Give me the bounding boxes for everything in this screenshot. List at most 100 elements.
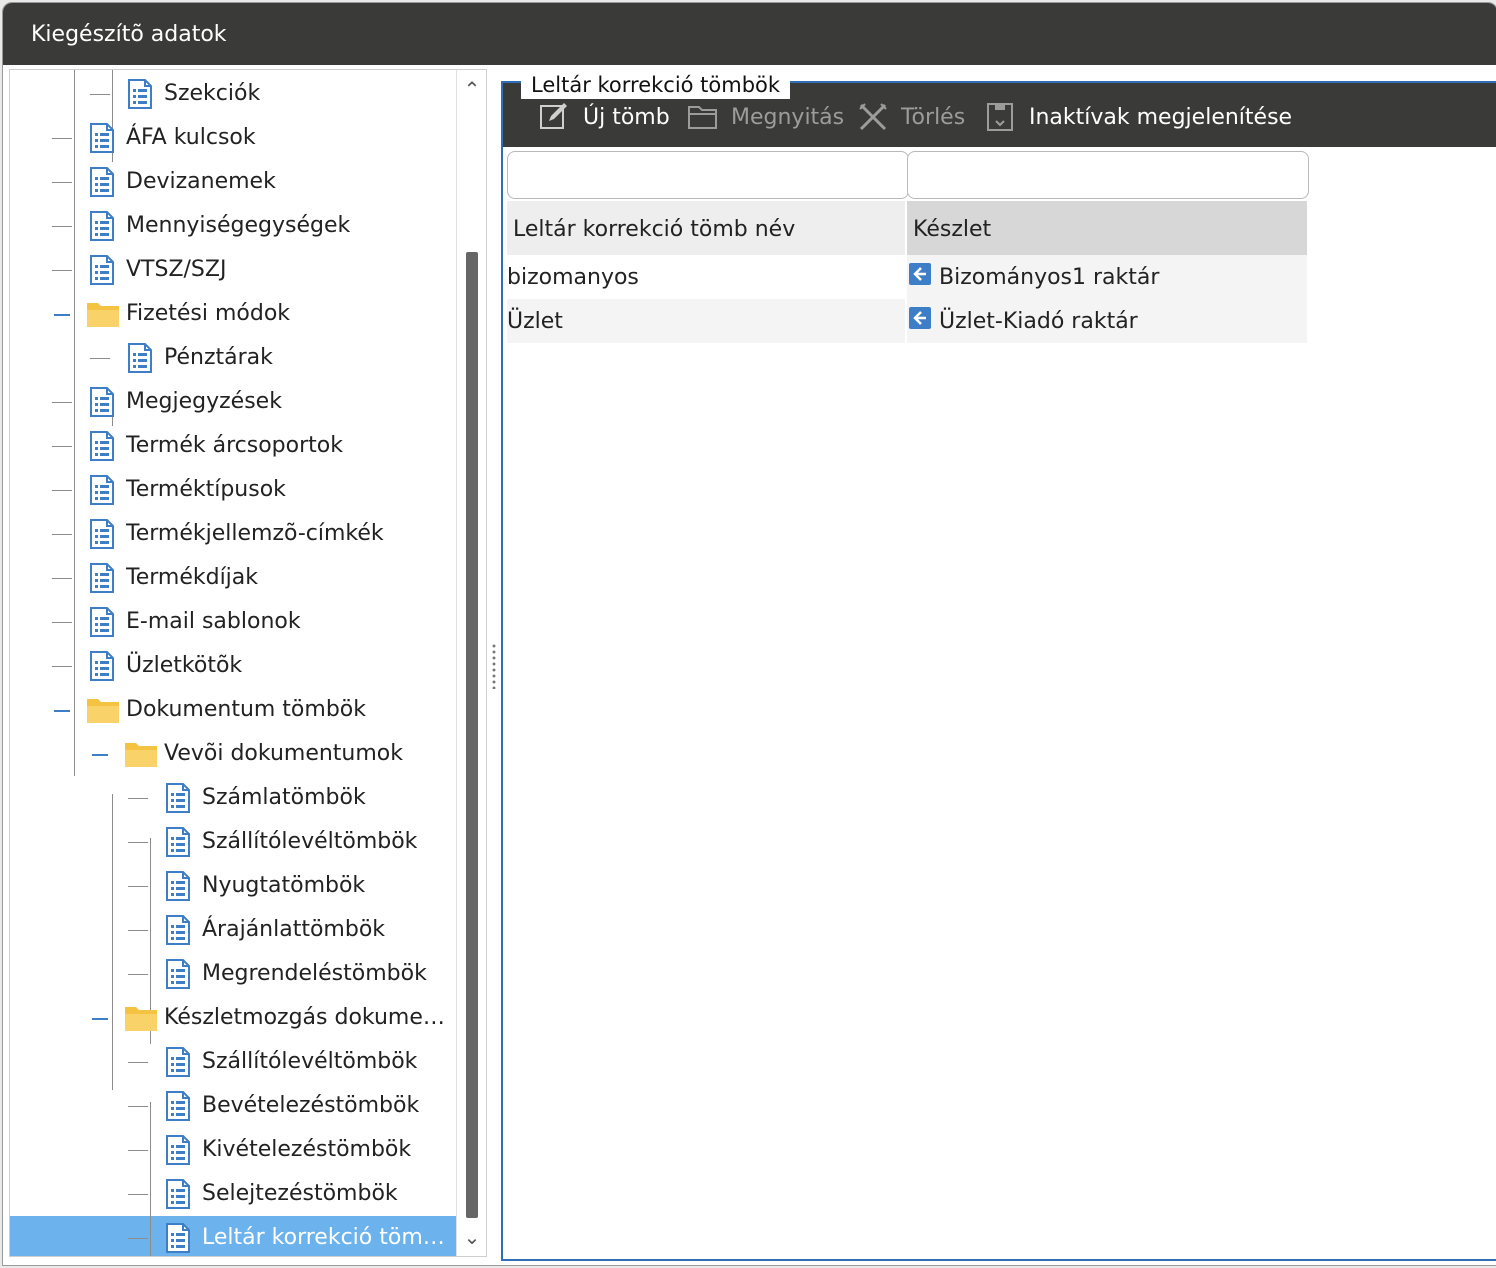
tree-item-label: Nyugtatömbök	[202, 873, 366, 898]
tree-item-label: Fizetési módok	[126, 301, 291, 326]
tree-item-label: E-mail sablonok	[126, 609, 301, 634]
tree-item-label: Kivételezéstömbök	[202, 1137, 412, 1162]
document-icon	[166, 1135, 190, 1165]
tree-item[interactable]: Dokumentum tömbök	[10, 688, 456, 732]
pane-splitter-handle[interactable]	[492, 643, 496, 689]
folder-icon	[124, 740, 158, 768]
tree-item-label: VTSZ/SZJ	[126, 257, 227, 282]
tree-item[interactable]: Devizanemek	[10, 160, 456, 204]
tree-item[interactable]: VTSZ/SZJ	[10, 248, 456, 292]
tree-item-label: Termék árcsoportok	[126, 433, 343, 458]
tree-item[interactable]: E-mail sablonok	[10, 600, 456, 644]
tree-item-label: Selejtezéstömbök	[202, 1181, 398, 1206]
tree-item[interactable]: Megrendeléstömbök	[10, 952, 456, 996]
tree-item-label: Üzletkötõk	[126, 653, 243, 678]
tree-item-label: Szállítólevéltömbök	[202, 829, 418, 854]
panel-title: Leltár korrekció tömbök	[521, 71, 791, 99]
document-icon	[90, 519, 114, 549]
tree-item[interactable]: Szállítólevéltömbök	[10, 1040, 456, 1084]
tree-item[interactable]: Fizetési módok	[10, 292, 456, 336]
cell-stock: Bizományos1 raktár	[939, 265, 1160, 290]
stock-filter-input[interactable]	[907, 151, 1309, 199]
tree-item[interactable]: Termékjellemzõ-címkék	[10, 512, 456, 556]
document-icon	[166, 959, 190, 989]
tree-item[interactable]: Üzletkötõk	[10, 644, 456, 688]
document-icon	[90, 563, 114, 593]
document-icon	[166, 915, 190, 945]
tree-item[interactable]: Nyugtatömbök	[10, 864, 456, 908]
warehouse-link-icon	[909, 263, 931, 285]
tree-item[interactable]: Bevételezéstömbök	[10, 1084, 456, 1128]
document-icon	[166, 783, 190, 813]
tree-item[interactable]: Leltár korrekció tömb...	[10, 1216, 456, 1256]
tree-item[interactable]: Megjegyzések	[10, 380, 456, 424]
delete-label: Törlés	[901, 105, 966, 130]
tree-item-label: Szekciók	[164, 81, 261, 106]
tree-item-label: Pénztárak	[164, 345, 273, 370]
tree-item-label: Megrendeléstömbök	[202, 961, 427, 986]
table-row[interactable]	[507, 299, 905, 343]
tree-item-label: Terméktípusok	[126, 477, 286, 502]
tree-item[interactable]: ÁFA kulcsok	[10, 116, 456, 160]
cell-block-name: Üzlet	[507, 309, 563, 334]
document-icon	[166, 1179, 190, 1209]
document-icon	[166, 871, 190, 901]
folder-open-icon	[688, 106, 717, 129]
tree-item-label: Vevõi dokumentumok	[164, 741, 404, 766]
cell-stock: Üzlet-Kiadó raktár	[939, 309, 1138, 334]
tree-item-label: Megjegyzések	[126, 389, 282, 414]
tree-item[interactable]: Terméktípusok	[10, 468, 456, 512]
document-icon	[90, 431, 114, 461]
column-header-stock[interactable]: Készlet	[907, 201, 1307, 255]
column-header-name[interactable]: Leltár korrekció tömb név	[507, 201, 905, 255]
navigation-tree-pane: Szekciók ÁFA kulcsok Devizanemek Mennyisége…	[9, 69, 487, 1257]
folder-icon	[86, 696, 120, 724]
tree-item-label: Devizanemek	[126, 169, 276, 194]
tree-item[interactable]: Termék árcsoportok	[10, 424, 456, 468]
document-icon	[90, 607, 114, 637]
show-inactive-label: Inaktívak megjelenítése	[1029, 105, 1293, 130]
document-icon	[90, 387, 114, 417]
document-icon	[166, 1047, 190, 1077]
tree-item[interactable]: Mennyiségegységek	[10, 204, 456, 248]
main-window: Kiegészítõ adatok Szekciók ÁFA kulcsok Dev…	[2, 2, 1496, 1266]
tree-item[interactable]: Szekciók	[10, 72, 456, 116]
tree-item-label: Termékjellemzõ-címkék	[126, 521, 384, 546]
tree-scrollbar[interactable]: ⌃ ⌄	[456, 70, 486, 1256]
warehouse-link-icon	[909, 307, 931, 329]
tree-item[interactable]: Számlatömbök	[10, 776, 456, 820]
content-panel: Új tömb Megnyitás Törlés Inaktívak megje…	[501, 81, 1496, 1261]
tree-item-label: Bevételezéstömbök	[202, 1093, 420, 1118]
tree-item[interactable]: Árajánlattömbök	[10, 908, 456, 952]
document-icon	[166, 827, 190, 857]
tree-item-label: Termékdíjak	[126, 565, 259, 590]
tree-item[interactable]: Termékdíjak	[10, 556, 456, 600]
tree-item[interactable]: Vevõi dokumentumok	[10, 732, 456, 776]
document-icon	[90, 123, 114, 153]
tree-item-label: Készletmozgás dokument...	[164, 1005, 450, 1030]
document-icon	[128, 343, 152, 373]
window-titlebar: Kiegészítõ adatok	[3, 3, 1496, 65]
folder-icon	[124, 1004, 158, 1032]
document-icon	[90, 475, 114, 505]
tree-item[interactable]: Pénztárak	[10, 336, 456, 380]
tree-item-label: Szállítólevéltömbök	[202, 1049, 418, 1074]
tree-item-label: Számlatömbök	[202, 785, 366, 810]
scrollbar-thumb[interactable]	[466, 252, 478, 1218]
scroll-down-icon[interactable]: ⌄	[457, 1222, 486, 1252]
navigation-tree[interactable]: Szekciók ÁFA kulcsok Devizanemek Mennyisége…	[10, 70, 456, 1256]
document-icon	[90, 167, 114, 197]
tree-item[interactable]: Selejtezéstömbök	[10, 1172, 456, 1216]
scroll-up-icon[interactable]: ⌃	[457, 74, 486, 104]
delete-icon	[859, 103, 887, 131]
document-icon	[128, 79, 152, 109]
tree-item-label: Leltár korrekció tömb...	[202, 1225, 450, 1250]
tree-item[interactable]: Szállítólevéltömbök	[10, 820, 456, 864]
tree-item-label: Mennyiségegységek	[126, 213, 351, 238]
tree-item[interactable]: Készletmozgás dokument...	[10, 996, 456, 1040]
tree-item-label: ÁFA kulcsok	[126, 125, 256, 150]
document-icon	[166, 1223, 190, 1253]
cell-block-name: bizomanyos	[507, 265, 639, 290]
name-filter-input[interactable]	[507, 151, 909, 199]
tree-item[interactable]: Kivételezéstömbök	[10, 1128, 456, 1172]
